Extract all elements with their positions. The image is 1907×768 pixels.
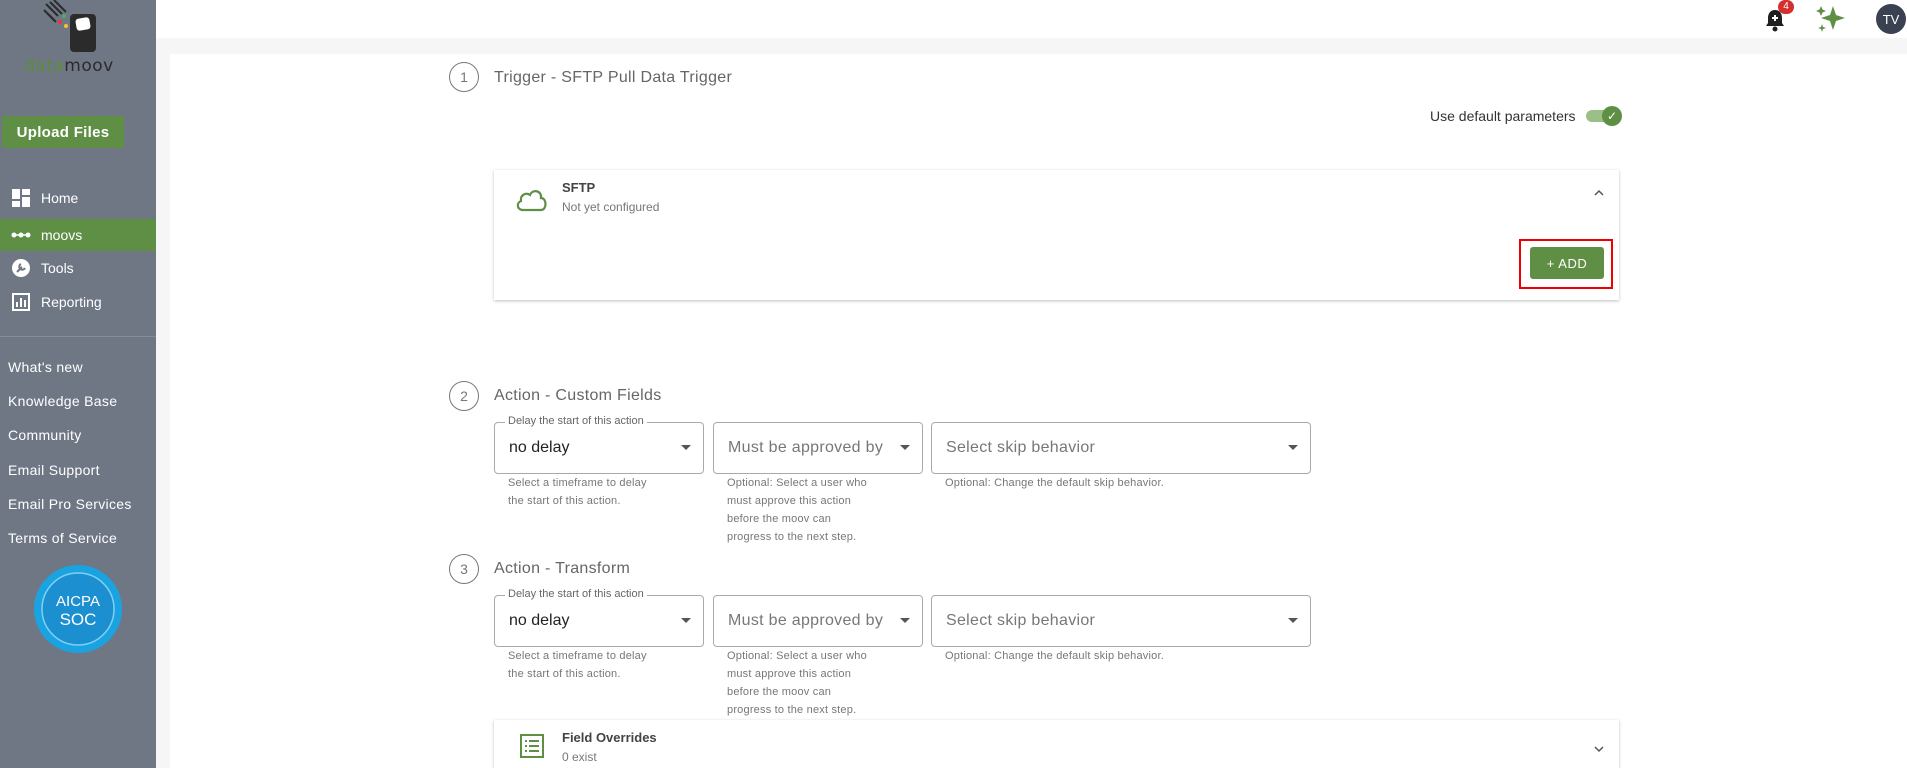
dropdown-arrow-icon xyxy=(681,618,691,623)
flow-dots-icon xyxy=(11,225,31,245)
nav-label: Reporting xyxy=(41,294,102,310)
chart-icon xyxy=(11,292,31,312)
overrides-count: 0 exist xyxy=(562,750,597,764)
link-email-pro-services[interactable]: Email Pro Services xyxy=(8,496,132,512)
aicpa-soc-badge-icon: AICPA SOC xyxy=(34,565,122,653)
step-number: 3 xyxy=(449,554,479,584)
skip-behavior-select[interactable]: Select skip behavior xyxy=(931,595,1311,647)
skip-placeholder: Select skip behavior xyxy=(946,612,1096,629)
approver-placeholder: Must be approved by xyxy=(728,439,884,456)
nav-label: Home xyxy=(41,190,79,206)
dropdown-arrow-icon xyxy=(681,445,691,450)
step-number: 2 xyxy=(449,381,479,411)
notification-count-badge: 4 xyxy=(1778,0,1794,14)
step-title: Action - Transform xyxy=(494,560,631,577)
delay-helper: Select a timeframe to delay the start of … xyxy=(508,477,647,507)
step-number: 1 xyxy=(449,62,479,92)
nav-label: Tools xyxy=(41,260,74,276)
chevron-down-icon[interactable] xyxy=(1592,742,1606,756)
sftp-connector-panel: SFTP Not yet configured xyxy=(494,170,1619,300)
use-default-parameters-toggle[interactable]: ✓ xyxy=(1586,106,1622,126)
sidebar: datamoov Upload Files Home moovs Tools R… xyxy=(0,0,156,768)
badge-line2: SOC xyxy=(60,610,97,629)
skip-placeholder: Select skip behavior xyxy=(946,439,1096,456)
delay-select[interactable]: Delay the start of this action no delay xyxy=(494,415,704,474)
cloud-icon xyxy=(516,190,547,212)
nav-item-home[interactable]: Home xyxy=(0,182,156,214)
nav-label: moovs xyxy=(41,227,83,243)
approver-helper: Optional: Select a user who must approve … xyxy=(727,650,867,716)
dropdown-arrow-icon xyxy=(900,618,910,623)
skip-helper: Optional: Change the default skip behavi… xyxy=(945,477,1164,489)
approver-helper: Optional: Select a user who must approve … xyxy=(727,477,867,543)
approver-select[interactable]: Must be approved by xyxy=(713,422,923,474)
approver-select[interactable]: Must be approved by xyxy=(713,595,923,647)
delay-value: no delay xyxy=(509,612,570,629)
upload-files-button[interactable]: Upload Files xyxy=(2,116,124,148)
link-terms-of-service[interactable]: Terms of Service xyxy=(8,530,117,546)
overrides-title: Field Overrides xyxy=(562,730,657,745)
chevron-up-icon[interactable] xyxy=(1592,186,1606,200)
connector-status: Not yet configured xyxy=(562,200,660,214)
step-title: Trigger - SFTP Pull Data Trigger xyxy=(494,69,733,86)
approver-placeholder: Must be approved by xyxy=(728,612,884,629)
connector-title: SFTP xyxy=(562,180,596,195)
logo-text: datamoov xyxy=(24,56,114,76)
check-icon: ✓ xyxy=(1602,106,1622,126)
step-title: Action - Custom Fields xyxy=(494,387,662,404)
delay-value: no delay xyxy=(509,439,570,456)
link-email-support[interactable]: Email Support xyxy=(8,462,100,478)
delay-helper: Select a timeframe to delay the start of … xyxy=(508,650,647,680)
delay-select[interactable]: Delay the start of this action no delay xyxy=(494,588,704,647)
topbar xyxy=(156,0,1907,38)
badge-line1: AICPA xyxy=(56,593,100,610)
field-overrides-panel[interactable]: Field Overrides 0 exist xyxy=(494,720,1619,768)
user-avatar[interactable]: TV xyxy=(1876,4,1906,34)
dropdown-arrow-icon xyxy=(900,445,910,450)
delay-legend: Delay the start of this action xyxy=(505,588,647,600)
skip-behavior-select[interactable]: Select skip behavior xyxy=(931,422,1311,474)
dropdown-arrow-icon xyxy=(1288,445,1298,450)
wrench-icon xyxy=(11,258,31,278)
list-icon xyxy=(520,734,544,758)
use-default-parameters-label: Use default parameters xyxy=(1430,108,1576,124)
skip-helper: Optional: Change the default skip behavi… xyxy=(945,650,1164,662)
link-whats-new[interactable]: What's new xyxy=(8,359,83,375)
nav-item-moovs[interactable]: moovs xyxy=(0,219,156,251)
sidebar-divider xyxy=(0,336,156,337)
link-community[interactable]: Community xyxy=(8,427,82,443)
add-connection-button[interactable]: + ADD xyxy=(1530,247,1604,279)
ai-sparkle-icon[interactable] xyxy=(1815,4,1847,34)
nav-item-reporting[interactable]: Reporting xyxy=(0,286,156,318)
delay-legend: Delay the start of this action xyxy=(505,415,647,427)
dashboard-icon xyxy=(11,188,31,208)
link-knowledge-base[interactable]: Knowledge Base xyxy=(8,393,117,409)
nav-item-tools[interactable]: Tools xyxy=(0,252,156,284)
dropdown-arrow-icon xyxy=(1288,618,1298,623)
